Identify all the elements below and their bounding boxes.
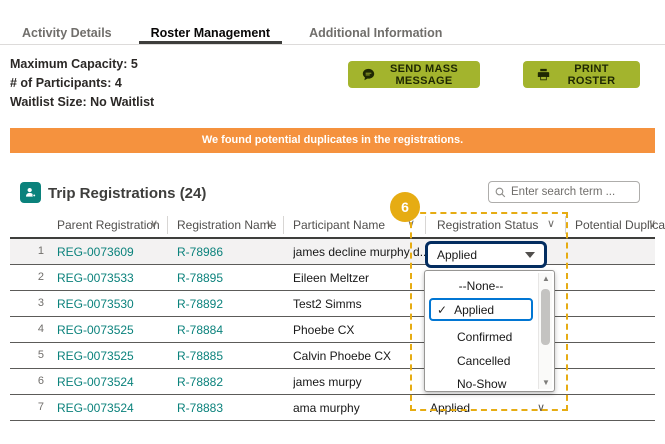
dropdown-option-label: Applied [454, 302, 495, 317]
status-dropdown-panel: --None-- ✓ Applied Confirmed Cancelled N… [424, 270, 555, 392]
col-menu-chevron-icon[interactable]: ∨ [266, 217, 274, 230]
row-number: 3 [37, 297, 44, 309]
column-separator [425, 216, 426, 234]
parent-registration-link[interactable]: REG-0073530 [57, 297, 134, 311]
select-caret-icon [525, 251, 535, 258]
table-row[interactable]: 3 REG-0073530 R-78892 Test2 Simms [10, 291, 655, 317]
dropdown-option-none[interactable]: --None-- [429, 274, 533, 297]
tab-additional-information[interactable]: Additional Information [297, 22, 454, 44]
table-row[interactable]: 1 REG-0073609 R-78986 james decline murp… [10, 239, 655, 265]
tab-roster-management[interactable]: Roster Management [138, 22, 283, 44]
col-menu-chevron-icon[interactable]: ∨ [648, 217, 656, 230]
registration-status-select[interactable]: Applied [425, 241, 547, 268]
print-roster-button[interactable]: PRINT ROSTER [523, 61, 640, 88]
participants-text: # of Participants: 4 [10, 76, 122, 90]
dropdown-option-no-show[interactable]: No-Show [429, 372, 533, 395]
dropdown-scrollbar[interactable]: ▲ ▼ [538, 273, 552, 389]
col-header-participant-name[interactable]: Participant Name [293, 218, 385, 232]
tab-bar: Activity Details Roster Management Addit… [0, 22, 665, 45]
scrollbar-thumb[interactable] [541, 289, 550, 345]
row-number: 6 [37, 375, 44, 387]
send-mass-message-label: SEND MASS MESSAGE [389, 62, 459, 87]
parent-registration-link[interactable]: REG-0073525 [57, 323, 134, 337]
parent-registration-link[interactable]: REG-0073525 [57, 349, 134, 363]
registrations-table: Parent Registration ∨ Registration Name … [10, 212, 665, 421]
chat-bubble-icon [362, 68, 375, 81]
waitlist-text: Waitlist Size: No Waitlist [10, 95, 155, 109]
registration-name-link[interactable]: R-78882 [177, 375, 223, 389]
max-capacity-text: Maximum Capacity: 5 [10, 57, 138, 71]
parent-registration-link[interactable]: REG-0073524 [57, 401, 134, 415]
table-row[interactable]: 5 REG-0073525 R-78885 Calvin Phoebe CX [10, 343, 655, 369]
registration-name-link[interactable]: R-78892 [177, 297, 223, 311]
participant-name: james murpy [293, 375, 362, 389]
capacity-summary: Maximum Capacity: 5 # of Participants: 4… [10, 55, 154, 112]
row-number: 1 [37, 245, 44, 257]
table-header-row: Parent Registration ∨ Registration Name … [10, 212, 665, 239]
col-menu-chevron-icon[interactable]: ∨ [547, 217, 555, 230]
table-row[interactable]: 6 REG-0073524 R-78882 james murpy [10, 369, 655, 395]
parent-registration-link[interactable]: REG-0073609 [57, 245, 134, 259]
duplicates-warning-banner: We found potential duplicates in the reg… [10, 128, 655, 153]
parent-registration-link[interactable]: REG-0073524 [57, 375, 134, 389]
participant-name: james decline murphy d... [293, 245, 428, 259]
send-mass-message-button[interactable]: SEND MASS MESSAGE [348, 61, 480, 88]
search-box [488, 181, 640, 203]
col-menu-chevron-icon[interactable]: ∨ [407, 217, 415, 230]
row-number: 5 [37, 349, 44, 361]
duplicates-warning-text: We found potential duplicates in the reg… [201, 134, 464, 146]
search-icon [495, 187, 506, 198]
column-separator [565, 216, 566, 234]
row-number: 2 [37, 271, 44, 283]
table-row[interactable]: 2 REG-0073533 R-78895 Eileen Meltzer [10, 265, 655, 291]
registration-name-link[interactable]: R-78986 [177, 245, 223, 259]
registration-status-cell[interactable]: Applied [430, 401, 470, 415]
print-roster-label: PRINT ROSTER [567, 62, 616, 87]
col-header-parent-registration[interactable]: Parent Registration [57, 218, 160, 232]
checkmark-icon: ✓ [437, 302, 448, 317]
participant-name: Eileen Meltzer [293, 271, 370, 285]
parent-registration-link[interactable]: REG-0073533 [57, 271, 134, 285]
participant-name: Test2 Simms [293, 297, 362, 311]
dropdown-option-cancelled[interactable]: Cancelled [429, 349, 533, 372]
scroll-up-icon[interactable]: ▲ [539, 273, 553, 285]
participant-name: Phoebe CX [293, 323, 355, 337]
table-row[interactable]: 4 REG-0073525 R-78884 Phoebe CX [10, 317, 655, 343]
scroll-down-icon[interactable]: ▼ [539, 377, 553, 389]
col-header-registration-name[interactable]: Registration Name [177, 218, 276, 232]
column-separator [167, 216, 168, 234]
registration-name-link[interactable]: R-78883 [177, 401, 223, 415]
registration-name-link[interactable]: R-78884 [177, 323, 223, 337]
printer-icon [537, 68, 550, 81]
participant-name: ama murphy [293, 401, 360, 415]
tab-activity-details[interactable]: Activity Details [10, 22, 124, 44]
participant-name: Calvin Phoebe CX [293, 349, 392, 363]
col-menu-chevron-icon[interactable]: ∨ [150, 217, 158, 230]
row-number: 7 [37, 401, 44, 413]
registration-name-link[interactable]: R-78895 [177, 271, 223, 285]
people-icon [20, 182, 41, 203]
roster-management-screen: Activity Details Roster Management Addit… [0, 0, 665, 444]
column-separator [283, 216, 284, 234]
dropdown-option-applied[interactable]: ✓ Applied [429, 298, 533, 321]
dropdown-option-confirmed[interactable]: Confirmed [429, 325, 533, 348]
section-title: Trip Registrations (24) [48, 185, 207, 202]
table-row[interactable]: 7 REG-0073524 R-78883 ama murphy Applied… [10, 395, 655, 421]
status-select-value: Applied [437, 247, 478, 262]
row-number: 4 [37, 323, 44, 335]
status-edit-chevron-icon[interactable]: ∨ [537, 401, 545, 414]
registration-name-link[interactable]: R-78885 [177, 349, 223, 363]
search-input[interactable] [511, 186, 633, 198]
col-header-registration-status[interactable]: Registration Status [437, 218, 538, 232]
